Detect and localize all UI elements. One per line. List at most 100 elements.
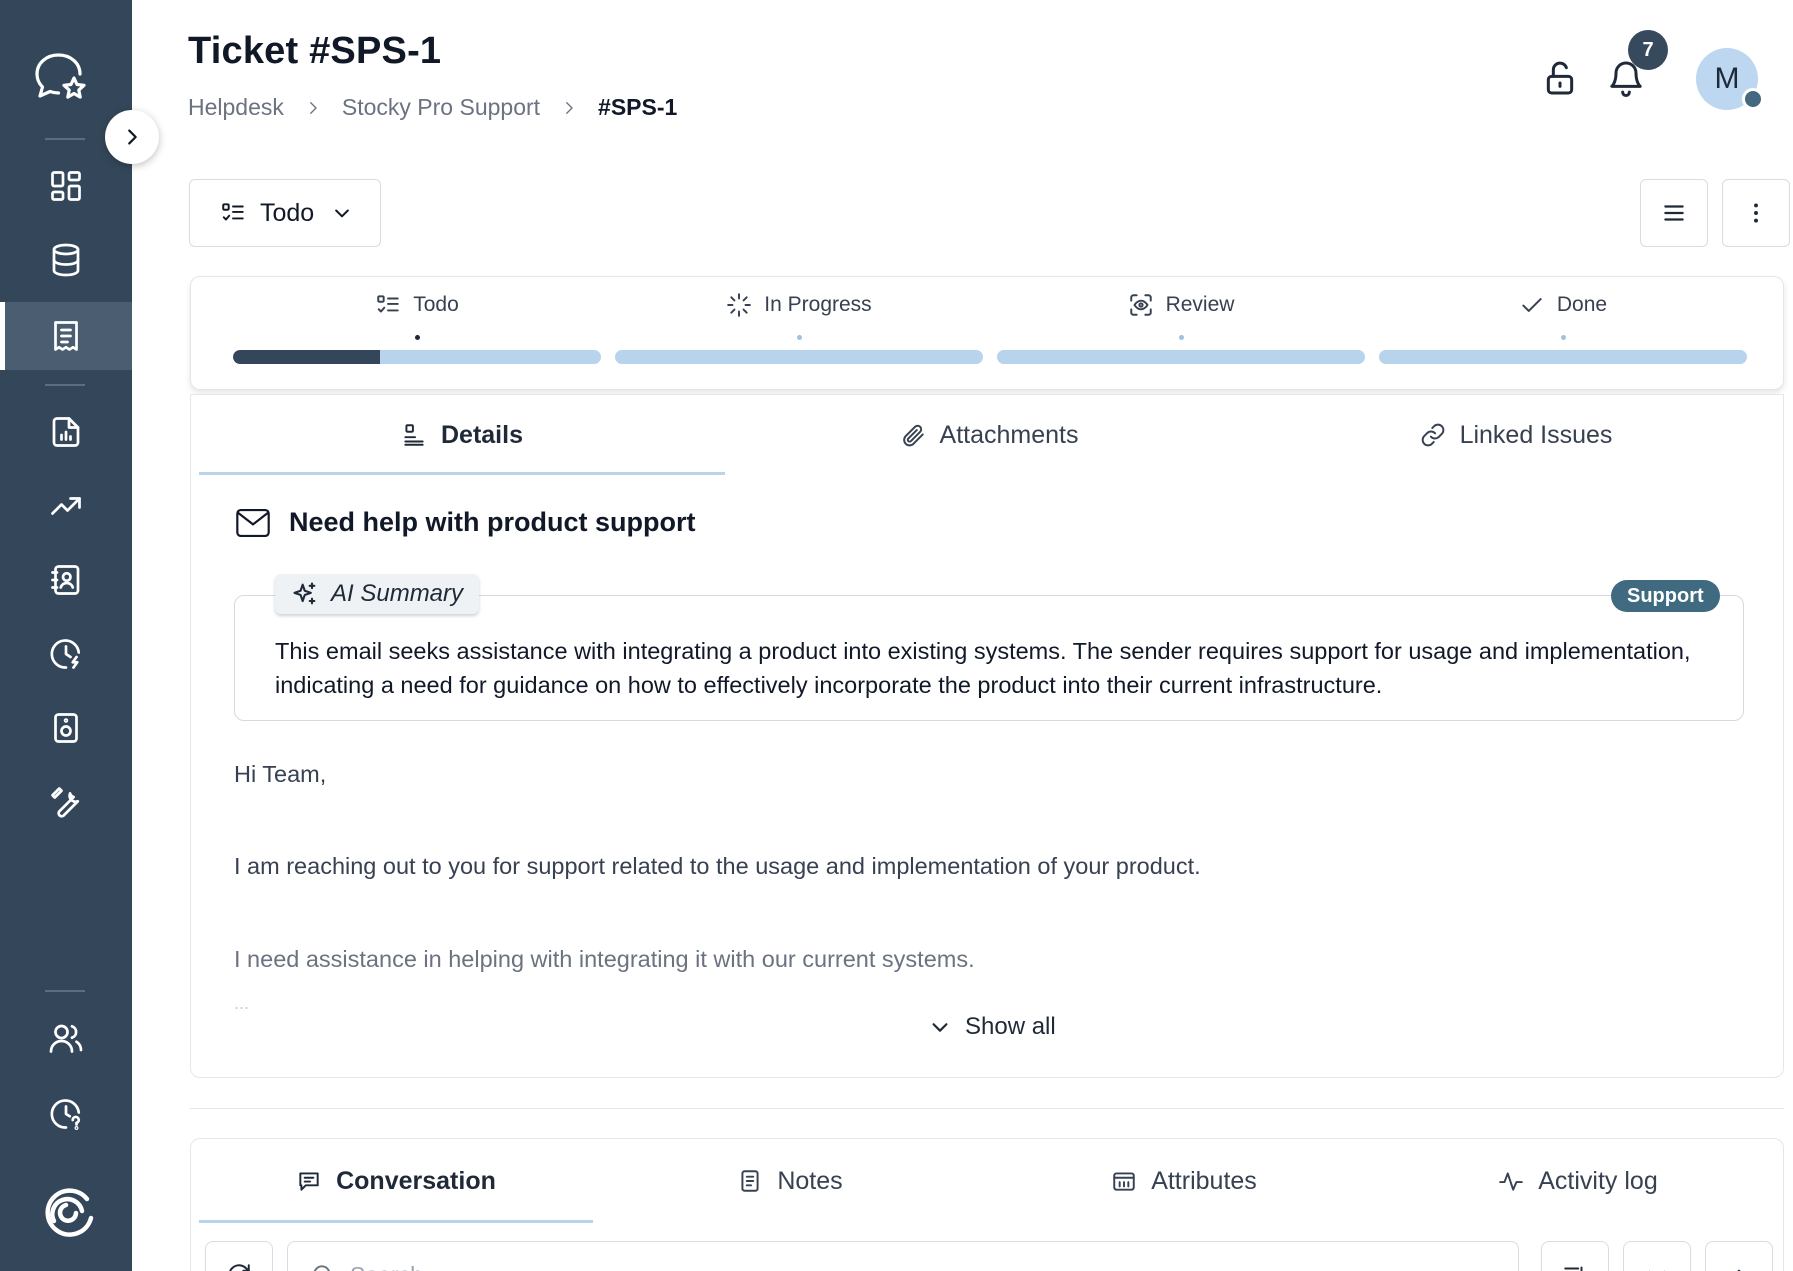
tab-attachments[interactable]: Attachments (725, 395, 1253, 475)
step-in-progress[interactable]: In Progress (615, 289, 983, 340)
chevron-down-icon (1648, 1270, 1666, 1271)
step-dot (796, 335, 802, 340)
file-chart-icon (52, 417, 80, 447)
email-body-line: Hi Team, (234, 761, 327, 787)
step-todo[interactable]: Todo (233, 289, 601, 340)
tab-linked-issues[interactable]: Linked Issues (1253, 395, 1779, 475)
sidebar-divider (45, 990, 85, 992)
current-step-dot (414, 335, 420, 340)
section-divider (190, 1108, 1784, 1109)
breadcrumb: Helpdesk Stocky Pro Support #SPS-1 (188, 94, 677, 121)
menu-button[interactable] (1640, 179, 1708, 247)
check-icon (1522, 298, 1542, 312)
scroll-up-button[interactable] (1705, 1241, 1773, 1271)
tab-conversation[interactable]: Conversation (199, 1139, 593, 1223)
sidebar-item-tickets[interactable] (0, 302, 132, 370)
notification-count-badge: 7 (1628, 30, 1668, 70)
more-options-button[interactable] (1722, 179, 1790, 247)
ai-summary-box: AI Summary Support This email seeks assi… (234, 574, 1744, 721)
tab-label: Activity log (1538, 1166, 1658, 1195)
sort-button[interactable] (1541, 1241, 1609, 1271)
paperclip-icon (902, 424, 924, 447)
tab-label: Linked Issues (1459, 420, 1613, 449)
receipt-icon (54, 321, 78, 351)
sidebar-item-dashboard[interactable] (0, 152, 132, 220)
breadcrumb-team[interactable]: Stocky Pro Support (342, 94, 540, 121)
sidebar-item-history[interactable] (0, 1080, 132, 1148)
conversation-panel: Conversation Notes Attributes Activity l… (190, 1138, 1784, 1271)
step-done[interactable]: Done (1379, 289, 1747, 340)
sidebar-item-users[interactable] (0, 1004, 132, 1072)
link-icon (1421, 423, 1444, 447)
tab-label: Notes (777, 1166, 843, 1195)
wrench-icon (51, 787, 80, 818)
status-dropdown[interactable]: Todo (189, 179, 381, 247)
refresh-button[interactable] (205, 1241, 273, 1271)
step-bar-done (1379, 350, 1747, 364)
sidebar-divider (45, 384, 85, 386)
ai-summary-label: AI Summary (331, 580, 464, 607)
status-progress: Todo In Progress Review Done (190, 276, 1784, 390)
step-bar-review (997, 350, 1365, 364)
search-icon (313, 1265, 330, 1271)
contact-book-icon (51, 565, 80, 595)
sidebar-divider (45, 138, 85, 140)
step-dot (1178, 335, 1184, 340)
helpdesk-logo-icon[interactable] (32, 48, 90, 104)
tab-label: Attributes (1151, 1166, 1257, 1195)
tab-label: Conversation (336, 1166, 496, 1195)
step-dot (1560, 335, 1566, 340)
breadcrumb-helpdesk[interactable]: Helpdesk (188, 94, 284, 121)
trending-up-icon (51, 497, 81, 515)
ai-summary-tag: AI Summary (275, 574, 480, 614)
show-all-button[interactable]: Show all (929, 1013, 1056, 1041)
sidebar (0, 0, 132, 1271)
clock-bolt-icon (50, 639, 81, 669)
unlock-icon (1546, 61, 1574, 95)
sidebar-item-reports[interactable] (0, 398, 132, 466)
tab-label: Details (441, 420, 523, 449)
category-badge: Support (1611, 580, 1720, 612)
loader-icon (727, 293, 752, 317)
sidebar-item-tools[interactable] (0, 768, 132, 836)
attributes-icon (1113, 1172, 1135, 1191)
scroll-down-button[interactable] (1623, 1241, 1691, 1271)
step-label: Review (1165, 293, 1235, 316)
sidebar-item-analytics[interactable] (0, 472, 132, 540)
step-label: Done (1556, 293, 1608, 316)
sidebar-item-devices[interactable] (0, 694, 132, 762)
sparkles-icon (293, 582, 316, 605)
tab-activity-log[interactable]: Activity log (1381, 1139, 1775, 1223)
sidebar-item-database[interactable] (0, 226, 132, 294)
tab-attributes[interactable]: Attributes (987, 1139, 1381, 1223)
tab-notes[interactable]: Notes (593, 1139, 987, 1223)
email-body-line: I am reaching out to you for support rel… (234, 853, 1201, 879)
activity-icon (1499, 1172, 1524, 1191)
step-label: Todo (413, 293, 459, 316)
note-icon (741, 1170, 759, 1192)
eye-scan-icon (1129, 294, 1152, 316)
ticket-subject-text: Need help with product support (289, 507, 696, 537)
step-fill (233, 350, 381, 364)
mail-icon (236, 508, 270, 537)
chevron-down-icon (335, 209, 350, 218)
sidebar-item-contacts[interactable] (0, 546, 132, 614)
conversation-tabs: Conversation Notes Attributes Activity l… (199, 1139, 1775, 1223)
sort-icon (1564, 1266, 1583, 1271)
sidebar-item-sla[interactable] (0, 620, 132, 688)
refresh-icon (229, 1264, 250, 1271)
status-dropdown-label: Todo (260, 198, 315, 227)
search-input[interactable] (350, 1262, 1450, 1271)
sidebar-expand-button[interactable] (105, 110, 159, 164)
tab-label: Attachments (939, 420, 1079, 449)
chevron-right-icon (128, 129, 137, 145)
dashboard-icon (51, 171, 81, 201)
users-icon (49, 1024, 83, 1053)
unlock-button[interactable] (1540, 56, 1580, 100)
step-review[interactable]: Review (997, 289, 1365, 340)
chevron-right-icon (566, 101, 573, 114)
ai-summary-text: This email seeks assistance with integra… (275, 638, 1691, 698)
chevron-up-icon (1737, 1269, 1741, 1271)
todo-list-icon (222, 203, 244, 221)
tab-details[interactable]: Details (199, 395, 725, 475)
